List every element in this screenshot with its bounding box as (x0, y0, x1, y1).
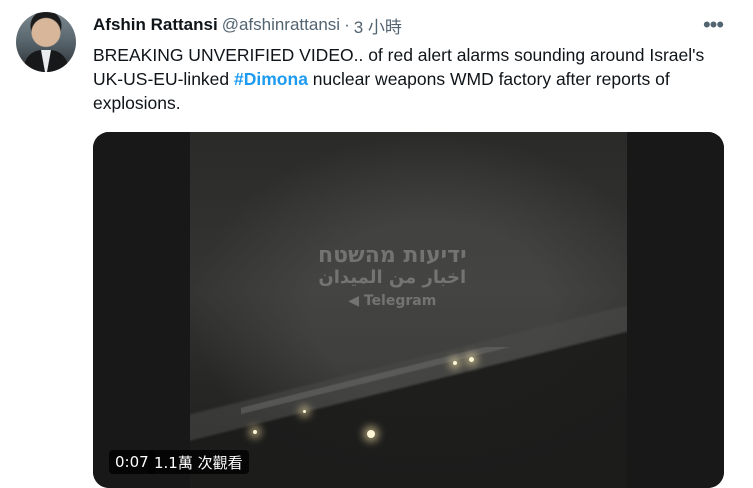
video-light (469, 357, 474, 362)
video-light (367, 430, 375, 438)
author-handle[interactable]: @afshinrattansi (222, 15, 340, 35)
video-light (453, 361, 457, 365)
tweet-text-line-1: BREAKING UNVERIFIED VIDEO.. of red alert… (93, 45, 705, 65)
watermark-hebrew: ידיעות מהשטח (318, 243, 467, 268)
tweet-time[interactable]: 3 小時 (354, 13, 402, 38)
tweet-text-line-3: explosions. (93, 93, 181, 113)
time-separator: · (344, 15, 350, 34)
tweet-header: Afshin Rattansi @afshinrattansi · 3 小時 (93, 13, 402, 38)
watermark-arabic: اخبار من الميدان (318, 267, 467, 289)
tweet[interactable]: Afshin Rattansi @afshinrattansi · 3 小時 •… (0, 0, 753, 488)
video-road (241, 347, 601, 415)
author-name[interactable]: Afshin Rattansi (93, 15, 218, 35)
tweet-text-prefix: UK-US-EU-linked (93, 69, 230, 89)
more-options-icon[interactable]: ••• (701, 14, 725, 36)
video-watermark: ידיעות מהשטח اخبار من الميدان ◀ Telegram (318, 244, 467, 309)
video-left-border (93, 132, 190, 488)
video-light (253, 430, 257, 434)
video-views-badge: 1.1萬 次觀看 (148, 450, 249, 474)
tweet-text: BREAKING UNVERIFIED VIDEO.. of red alert… (93, 43, 723, 115)
video-light (303, 410, 306, 413)
video-player[interactable]: ידיעות מהשטח اخبار من الميدان ◀ Telegram… (93, 132, 724, 488)
tweet-text-line-2: UK-US-EU-linked #Dimona nuclear weapons … (93, 67, 723, 91)
watermark-telegram: ◀ Telegram (348, 292, 437, 309)
hashtag-dimona[interactable]: #Dimona (234, 69, 308, 89)
avatar[interactable] (16, 12, 76, 72)
tweet-text-suffix: nuclear weapons WMD factory after report… (312, 69, 670, 89)
video-right-border (627, 132, 724, 488)
